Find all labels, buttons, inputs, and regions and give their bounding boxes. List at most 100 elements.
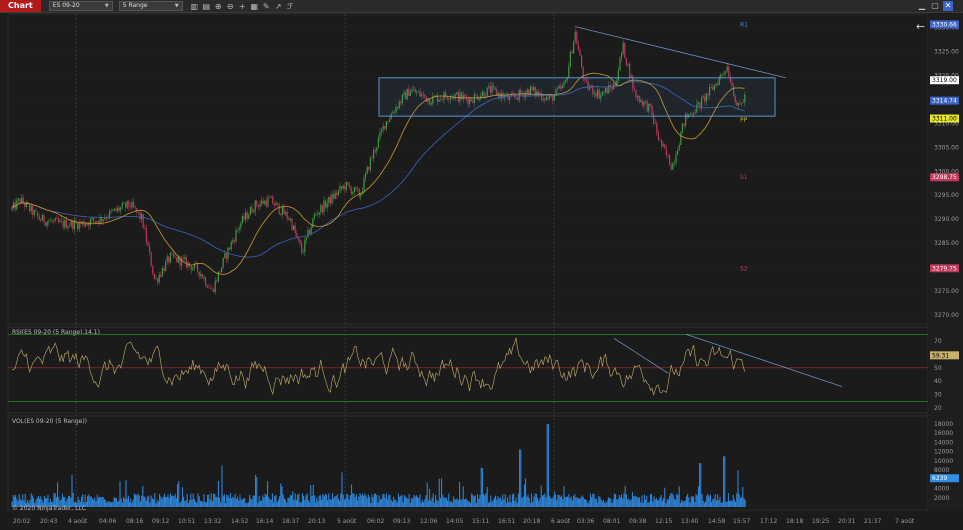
back-arrow-icon[interactable]: ← <box>916 20 925 33</box>
candle-body <box>150 252 152 267</box>
volume-bar <box>743 498 745 507</box>
candle-body <box>568 66 570 78</box>
volume-bar <box>469 502 471 507</box>
volume-bar <box>448 493 450 507</box>
volume-bar <box>659 497 661 507</box>
volume-bar <box>169 493 171 507</box>
volume-bar <box>244 498 246 507</box>
candle-body <box>318 212 320 215</box>
candle-body <box>160 274 162 277</box>
candle-body <box>155 278 157 280</box>
volume-bar <box>738 494 740 507</box>
volume-bar <box>271 493 273 507</box>
volume-bar <box>94 497 96 507</box>
candle-body <box>139 212 141 220</box>
candle-body <box>672 163 674 170</box>
volume-bar <box>138 495 140 507</box>
volume-bar <box>395 500 397 507</box>
volume-bar <box>342 494 344 507</box>
volume-bar <box>473 496 475 507</box>
volume-bar <box>484 495 486 507</box>
volume-bar <box>135 494 137 507</box>
volume-bar <box>317 500 319 507</box>
volume-bar <box>235 498 237 507</box>
volume-bar <box>106 502 108 507</box>
volume-bar <box>507 497 509 507</box>
volume-bar <box>664 487 666 507</box>
volume-bar <box>147 496 149 507</box>
volume-bar <box>181 487 183 507</box>
candle-body <box>64 220 66 228</box>
range-rectangle <box>378 77 776 117</box>
candle-body <box>342 185 344 189</box>
volume-bar <box>461 499 463 507</box>
candle-body <box>30 205 32 212</box>
volume-bar <box>496 499 498 507</box>
volume-bar <box>417 496 419 507</box>
volume-bar <box>481 467 483 507</box>
x-tick-label: 09:12 <box>152 518 169 525</box>
volume-bar <box>186 494 188 507</box>
volume-bar <box>714 494 716 507</box>
volume-bar <box>247 502 249 507</box>
volume-bar <box>341 472 343 507</box>
candle-body <box>366 167 368 174</box>
volume-bar <box>744 499 746 507</box>
x-tick-label: 15:57 <box>733 518 750 525</box>
volume-bar <box>526 496 528 507</box>
volume-bar <box>427 500 429 507</box>
volume-bar <box>669 495 671 507</box>
volume-bar <box>378 495 380 507</box>
volume-bar <box>567 496 569 507</box>
volume-bar <box>129 502 131 507</box>
volume-bar <box>547 424 549 507</box>
volume-bar <box>627 499 629 507</box>
volume-bar <box>432 493 434 507</box>
volume-bar <box>215 496 217 507</box>
volume-bar <box>391 501 393 507</box>
candle-body <box>72 220 74 230</box>
volume-bar <box>623 493 625 507</box>
volume-bar <box>493 497 495 507</box>
candle-body <box>169 253 171 263</box>
chart-canvas[interactable]: R1 PP S1 S2 RSI(ES 09-20 (5 Range),14,1) VO… <box>0 0 963 530</box>
volume-bar <box>240 499 242 507</box>
volume-bar <box>499 497 501 507</box>
candle-body <box>379 131 381 138</box>
candle-body <box>683 123 685 126</box>
volume-bar <box>498 498 500 507</box>
candle-body <box>277 202 279 204</box>
volume-bar <box>310 485 312 507</box>
candle-body <box>355 187 357 189</box>
volume-bar <box>433 502 435 507</box>
volume-bar <box>346 493 348 507</box>
candle-body <box>673 162 675 164</box>
volume-bar <box>265 494 267 507</box>
volume-bar <box>297 494 299 507</box>
volume-bar <box>124 498 126 507</box>
candle-body <box>126 200 128 208</box>
volume-bar <box>697 486 699 507</box>
volume-bar <box>741 496 743 507</box>
volume-bar <box>269 499 271 507</box>
candle-body <box>41 215 43 221</box>
volume-bar <box>630 499 632 507</box>
volume-bar <box>582 496 584 507</box>
volume-bar <box>180 501 182 507</box>
candle-body <box>144 228 146 229</box>
candle-body <box>211 288 213 290</box>
candle-body <box>267 197 269 207</box>
volume-bar <box>619 497 621 507</box>
volume-bar <box>256 477 258 507</box>
candle-body <box>721 74 723 75</box>
volume-bar <box>238 500 240 507</box>
volume-bar <box>190 493 192 507</box>
volume-bar <box>667 499 669 507</box>
volume-bar <box>663 498 665 507</box>
candle-body <box>237 229 239 231</box>
volume-bar <box>275 495 277 507</box>
candle-body <box>670 164 672 170</box>
volume-bar <box>393 496 395 507</box>
volume-bar <box>454 499 456 507</box>
volume-bar <box>219 497 221 507</box>
